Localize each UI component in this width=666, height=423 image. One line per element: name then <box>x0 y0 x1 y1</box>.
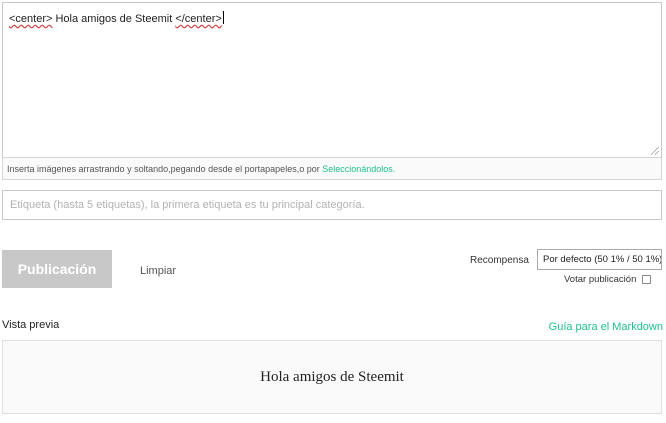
publish-button[interactable]: Publicación <box>2 250 112 288</box>
image-upload-hint: Inserta imágenes arrastrando y soltando,… <box>2 158 662 180</box>
vote-post-checkbox[interactable] <box>642 275 652 284</box>
text-caret <box>222 11 224 24</box>
upload-hint-text: Inserta imágenes arrastrando y soltando,… <box>7 164 323 174</box>
editor-close-tag: </center> <box>175 13 222 25</box>
resize-handle-icon[interactable] <box>651 147 659 155</box>
markdown-guide-link[interactable]: Guía para el Markdown <box>549 321 663 333</box>
editor-body-text: Hola amigos de Steemit <box>52 13 176 25</box>
editor-open-tag: <center> <box>9 13 53 25</box>
reward-select[interactable]: Por defecto (50 1% / 50 1%) <box>537 249 662 270</box>
vote-post-label: Votar publicación <box>564 274 637 285</box>
preview-rendered-text: Hola amigos de Steemit <box>260 368 404 385</box>
preview-panel: Hola amigos de Steemit <box>2 340 662 414</box>
reward-label: Recompensa <box>470 255 529 266</box>
vote-post-row: Votar publicación <box>564 274 652 285</box>
editor-content[interactable]: <center> Hola amigos de Steemit </center… <box>9 11 224 25</box>
tags-input[interactable] <box>2 190 662 220</box>
select-images-link[interactable]: Seleccionándolos. <box>322 164 395 174</box>
clear-button[interactable]: Limpiar <box>140 265 176 277</box>
preview-label: Vista previa <box>2 319 60 331</box>
post-body-editor[interactable]: <center> Hola amigos de Steemit </center… <box>2 2 662 158</box>
